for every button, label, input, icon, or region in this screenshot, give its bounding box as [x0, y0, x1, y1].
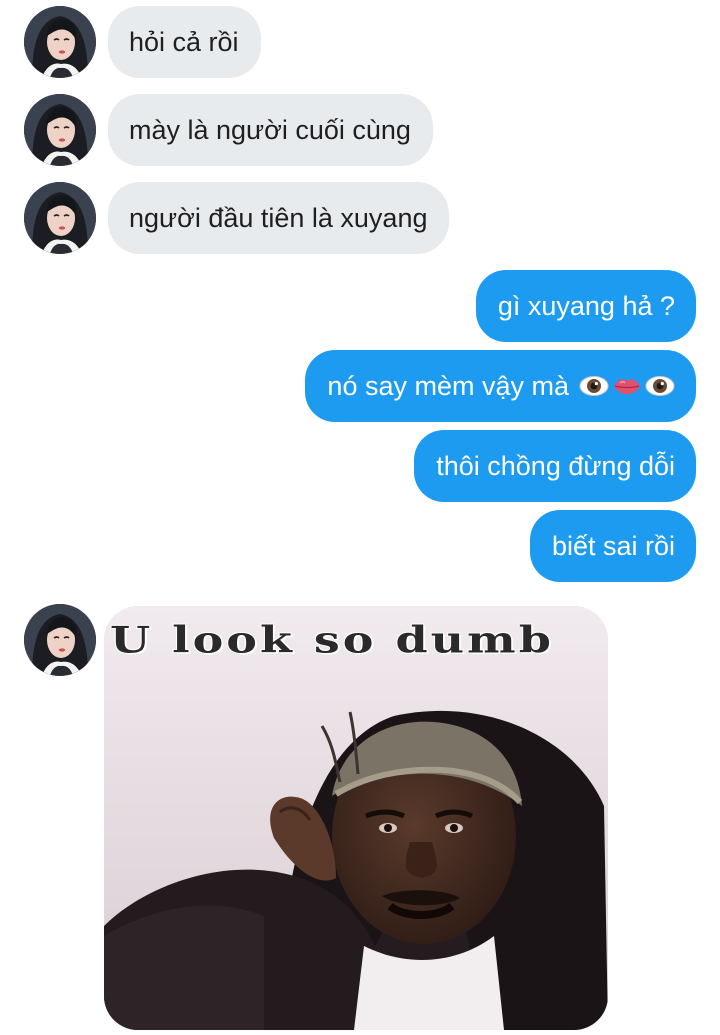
avatar-image: [24, 182, 96, 254]
eye-icon: [645, 375, 675, 397]
message-text: biết sai rồi: [551, 530, 675, 561]
contact-avatar[interactable]: [24, 182, 96, 254]
incoming-message[interactable]: mày là người cuối cùng: [108, 94, 433, 166]
gif-caption: U look so dumb: [110, 618, 554, 662]
message-text: người đầu tiên là xuyang: [129, 202, 428, 233]
message-text: gì xuyang hả ?: [497, 290, 675, 321]
lips-icon: [612, 375, 642, 397]
gif-message[interactable]: U look so dumb: [104, 606, 608, 1030]
contact-avatar[interactable]: [24, 6, 96, 78]
eye-icon: [579, 375, 609, 397]
message-text: hỏi cả rồi: [129, 26, 239, 57]
avatar-image: [24, 604, 96, 676]
incoming-message[interactable]: người đầu tiên là xuyang: [108, 182, 450, 254]
outgoing-message[interactable]: nó say mèm vậy mà: [305, 350, 696, 422]
emoji-group: [579, 375, 675, 397]
outgoing-message[interactable]: biết sai rồi: [529, 510, 696, 582]
message-text: nó say mèm vậy mà: [327, 370, 569, 401]
message-text: mày là người cuối cùng: [129, 114, 411, 145]
contact-avatar[interactable]: [24, 94, 96, 166]
outgoing-message[interactable]: thôi chồng đừng dỗi: [414, 430, 696, 502]
avatar-image: [24, 94, 96, 166]
message-text: thôi chồng đừng dỗi: [436, 450, 675, 481]
incoming-message[interactable]: hỏi cả rồi: [108, 6, 261, 78]
avatar-image: [24, 6, 96, 78]
outgoing-message[interactable]: gì xuyang hả ?: [475, 270, 696, 342]
gif-image: [104, 606, 608, 1030]
contact-avatar[interactable]: [24, 604, 96, 676]
